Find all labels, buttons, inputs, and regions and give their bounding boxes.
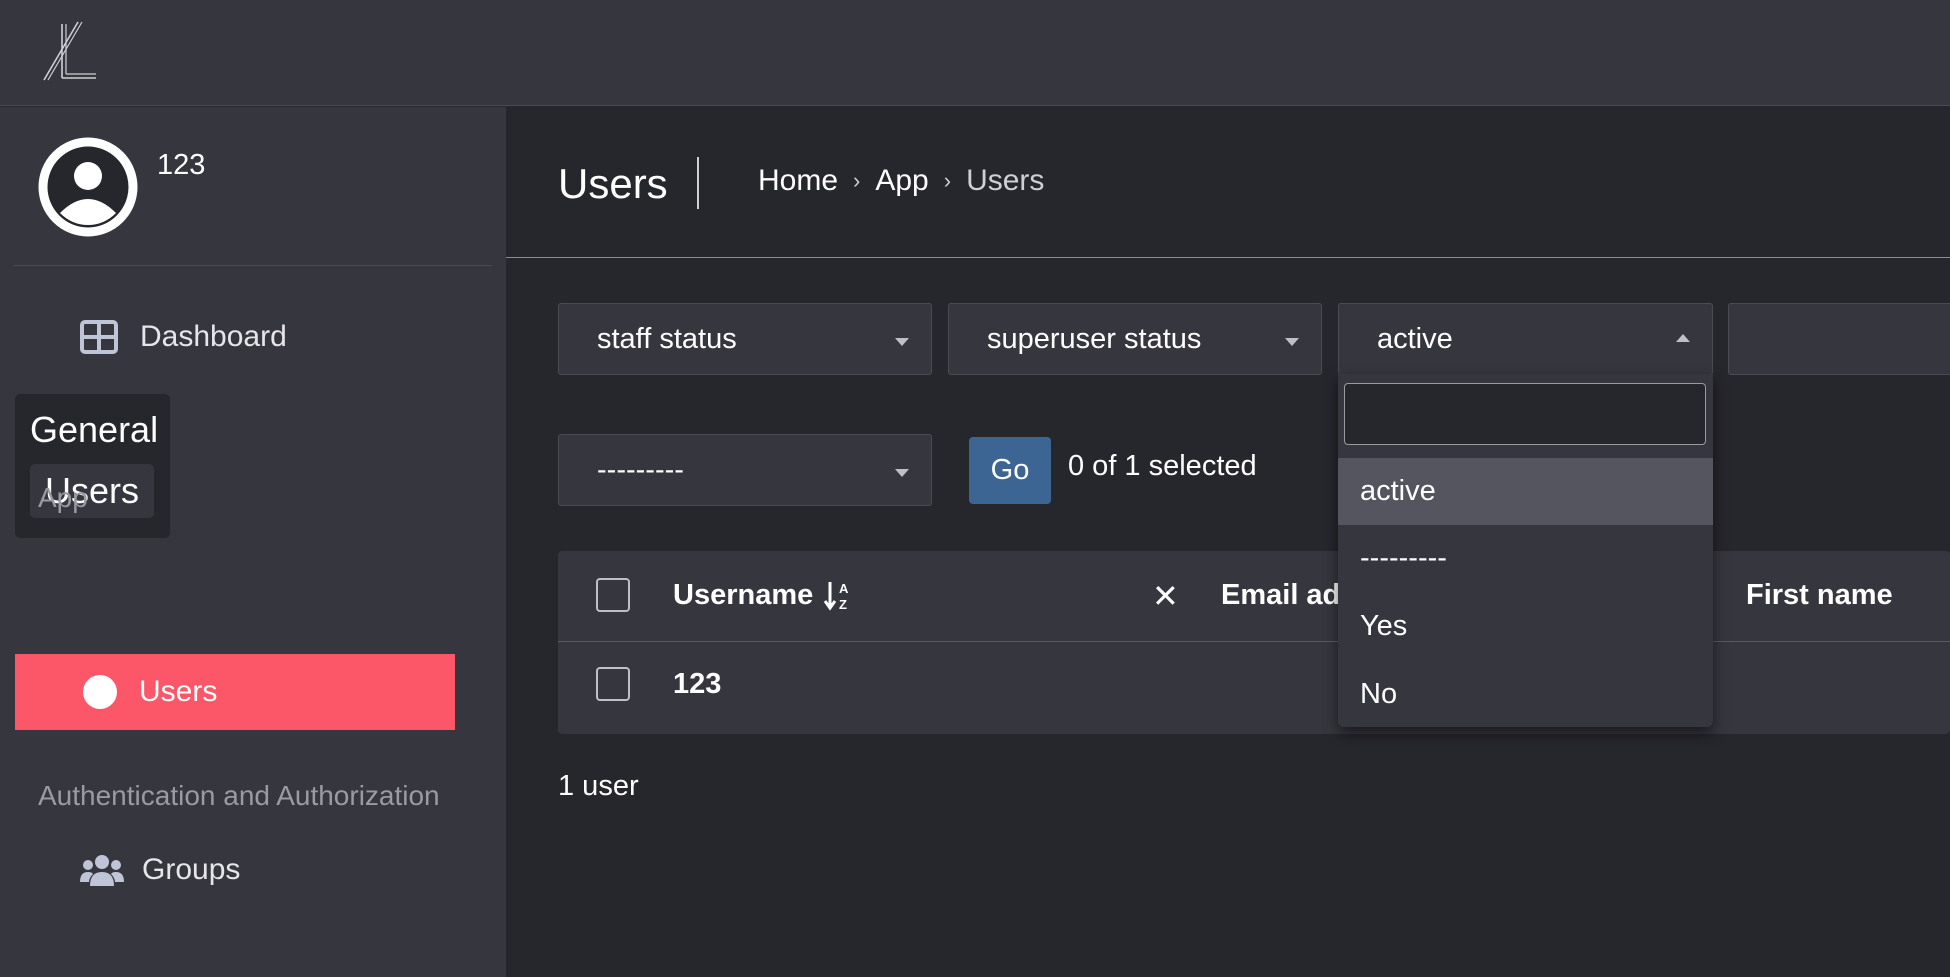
section-label-app: App xyxy=(38,482,88,513)
table-header: Username A Z ✕ Email ad First name xyxy=(558,551,1950,642)
selected-count: 0 of 1 selected xyxy=(1068,450,1257,482)
top-bar xyxy=(0,0,1950,106)
dropdown-option-no[interactable]: No xyxy=(1338,661,1713,728)
chevron-up-icon xyxy=(1676,334,1690,342)
chevron-down-icon xyxy=(895,338,909,346)
page-title: Users xyxy=(558,160,668,207)
circle-icon xyxy=(83,675,117,709)
sort-alpha-icon[interactable]: A Z xyxy=(823,579,855,611)
column-header-first-name[interactable]: First name xyxy=(1746,579,1893,612)
remove-sort-icon[interactable]: ✕ xyxy=(1152,577,1179,615)
sidebar-item-dashboard[interactable]: Dashboard xyxy=(80,312,287,362)
chevron-down-icon xyxy=(895,469,909,477)
dropdown-search-input[interactable] xyxy=(1344,383,1706,445)
chevron-down-icon xyxy=(1285,338,1299,346)
sidebar-item-label: Groups xyxy=(142,853,241,886)
active-filter[interactable]: active xyxy=(1338,303,1713,375)
dropdown-option-blank[interactable]: --------- xyxy=(1338,525,1713,592)
sidebar-divider xyxy=(14,265,492,266)
header-divider xyxy=(506,257,1950,258)
dashboard-grid-icon xyxy=(80,320,118,354)
filter-label: staff status xyxy=(597,322,737,355)
active-filter-dropdown: active --------- Yes No xyxy=(1338,374,1713,727)
user-name: 123 xyxy=(157,149,206,181)
logo-icon[interactable] xyxy=(40,18,100,84)
breadcrumb-home[interactable]: Home xyxy=(758,164,838,198)
result-count: 1 user xyxy=(558,770,639,802)
dropdown-option-yes[interactable]: Yes xyxy=(1338,593,1713,660)
svg-text:A: A xyxy=(839,581,849,596)
breadcrumb-separator: › xyxy=(853,168,861,193)
extra-filter[interactable] xyxy=(1728,303,1950,375)
recent-actions-box: General Users xyxy=(15,394,170,538)
user-avatar-icon[interactable] xyxy=(38,137,138,237)
column-header-email[interactable]: Email ad xyxy=(1221,579,1340,612)
sidebar-item-groups[interactable]: Groups xyxy=(80,845,240,895)
username-cell[interactable]: 123 xyxy=(673,668,721,701)
action-select-value: --------- xyxy=(597,453,684,486)
go-button[interactable]: Go xyxy=(969,437,1051,504)
filter-label: active xyxy=(1377,322,1453,355)
title-separator xyxy=(697,157,699,209)
users-table: Username A Z ✕ Email ad First name 123 xyxy=(558,551,1950,734)
breadcrumb-app[interactable]: App xyxy=(875,164,928,198)
select-all-checkbox[interactable] xyxy=(596,578,630,612)
row-checkbox[interactable] xyxy=(596,667,630,701)
column-header-username[interactable]: Username xyxy=(673,579,813,612)
users-group-icon xyxy=(80,855,124,886)
svg-text:Z: Z xyxy=(839,597,847,611)
sidebar-item-users[interactable]: Users xyxy=(15,654,455,730)
dropdown-option-active[interactable]: active xyxy=(1338,458,1713,525)
action-select[interactable]: --------- xyxy=(558,434,932,506)
superuser-status-filter[interactable]: superuser status xyxy=(948,303,1322,375)
sidebar-item-label: Dashboard xyxy=(140,320,287,353)
breadcrumb: Home › App › Users xyxy=(758,164,1044,198)
recent-title: General xyxy=(30,409,159,450)
staff-status-filter[interactable]: staff status xyxy=(558,303,932,375)
breadcrumb-separator: › xyxy=(943,168,952,193)
breadcrumb-current: Users xyxy=(966,164,1045,197)
filter-label: superuser status xyxy=(987,322,1202,355)
sidebar: 123 Dashboard General Users App Users Au… xyxy=(0,107,506,977)
sidebar-item-label: Users xyxy=(139,675,218,708)
section-label-auth: Authentication and Authorization xyxy=(38,780,440,811)
